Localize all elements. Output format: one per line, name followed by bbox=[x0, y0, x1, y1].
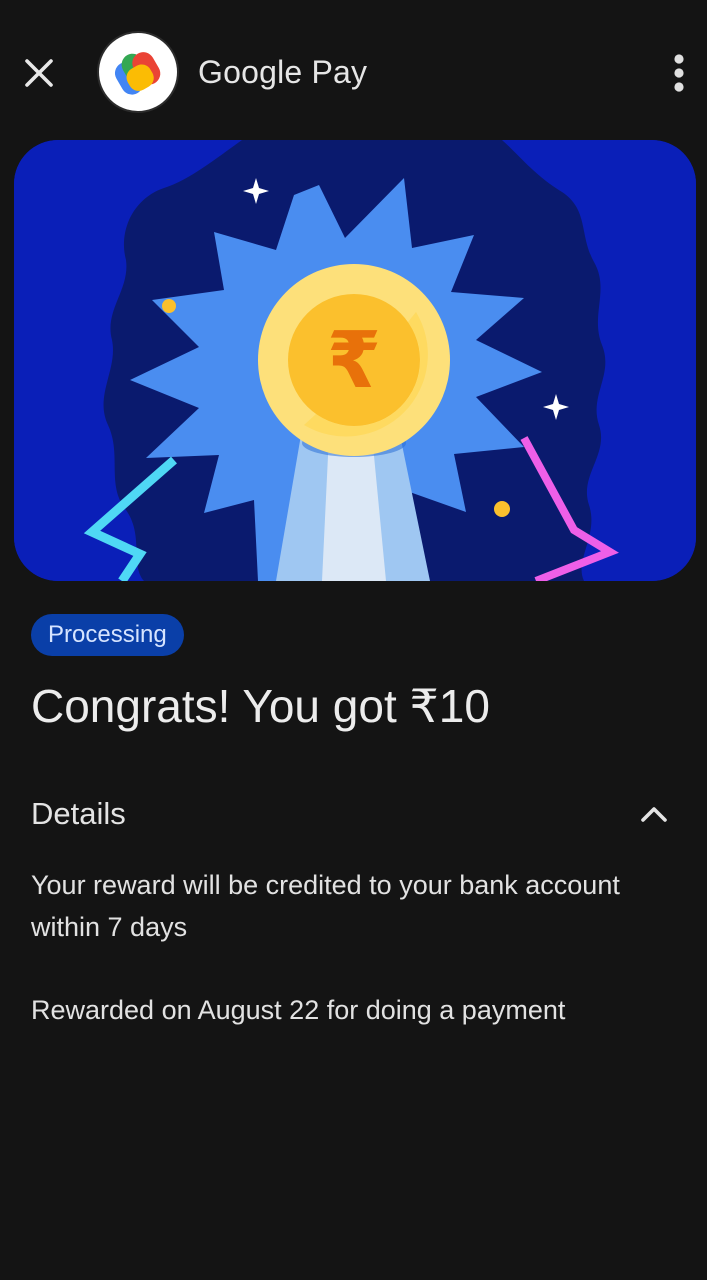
details-toggle[interactable]: Details bbox=[0, 786, 707, 842]
google-pay-logo-icon bbox=[114, 52, 161, 95]
more-vert-icon bbox=[674, 54, 684, 92]
reward-illustration: ₹ bbox=[14, 140, 696, 581]
dot-icon bbox=[162, 299, 176, 313]
app-logo bbox=[97, 31, 179, 113]
app-title: Google Pay bbox=[198, 54, 368, 90]
details-title: Details bbox=[31, 796, 126, 831]
reward-headline: Congrats! You got ₹10 bbox=[31, 680, 490, 732]
detail-reward-date: Rewarded on August 22 for doing a paymen… bbox=[31, 995, 566, 1025]
top-bar: Google Pay bbox=[0, 0, 707, 140]
detail-credit-info: Your reward will be credited to your ban… bbox=[31, 870, 620, 942]
rupee-icon: ₹ bbox=[327, 316, 381, 406]
status-badge: Processing bbox=[31, 614, 184, 656]
close-icon bbox=[25, 59, 53, 87]
close-button[interactable] bbox=[18, 52, 60, 94]
chevron-up-icon bbox=[636, 798, 672, 830]
more-options-button[interactable] bbox=[658, 48, 700, 98]
dot-icon bbox=[494, 501, 510, 517]
